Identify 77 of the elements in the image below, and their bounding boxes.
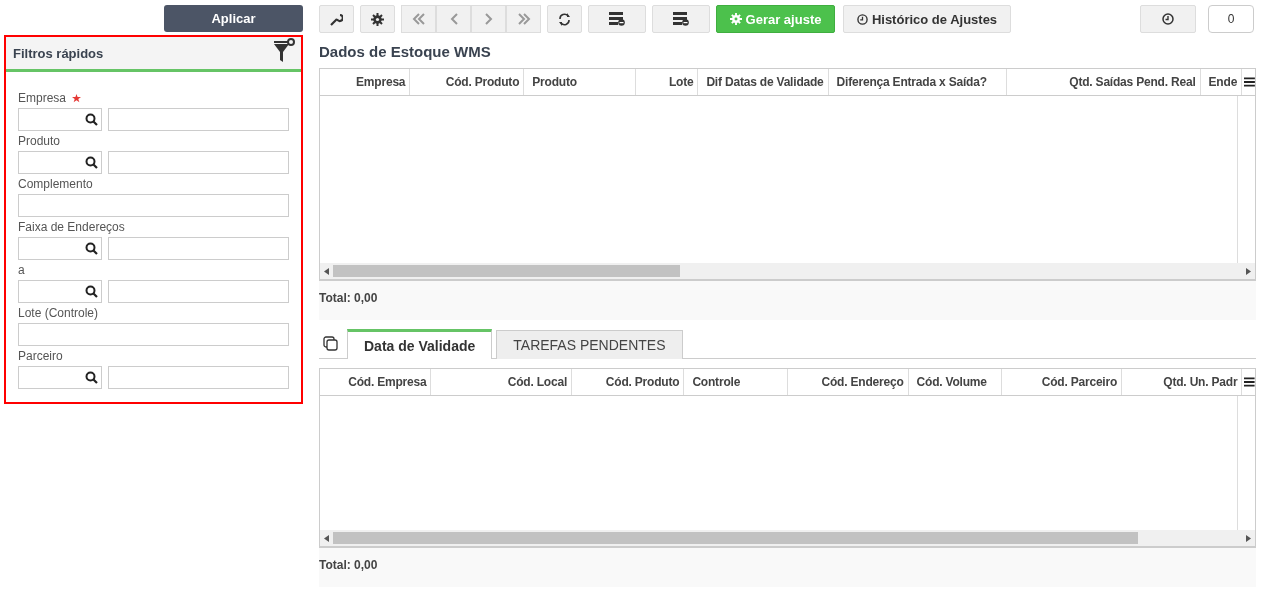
- scroll-left-icon[interactable]: [324, 267, 329, 275]
- field-label: Empresa: [18, 91, 67, 105]
- total-label: Total: 0,00: [319, 291, 378, 305]
- field-label: Produto: [18, 134, 61, 148]
- settings-icon: [371, 12, 384, 26]
- chevron-right-icon: [484, 13, 493, 25]
- column-header[interactable]: Empresa: [336, 69, 411, 95]
- copy-icon[interactable]: [323, 336, 338, 351]
- filter-settings-icon[interactable]: [273, 38, 295, 64]
- chevron-left-icon: [449, 13, 458, 25]
- clock-icon: [1162, 13, 1174, 25]
- double-chevron-right-icon: [516, 13, 531, 25]
- wrench-button[interactable]: [319, 5, 354, 33]
- clock-button[interactable]: [1140, 5, 1196, 33]
- list-minus-icon: [609, 12, 625, 26]
- description-field[interactable]: [107, 366, 289, 389]
- scroll-right-icon[interactable]: [1246, 534, 1251, 542]
- code-input-field[interactable]: [18, 280, 102, 303]
- code-input-field[interactable]: [18, 237, 102, 260]
- field-label: Complemento: [18, 177, 93, 191]
- scroll-left-icon[interactable]: [324, 534, 329, 542]
- horizontal-scrollbar[interactable]: [320, 263, 1255, 279]
- field-label: Lote (Controle): [18, 306, 99, 320]
- clock-icon: [856, 13, 868, 25]
- field-label: Faixa de Endereços: [18, 220, 125, 234]
- field-label: Parceiro: [18, 349, 63, 363]
- field-label: a: [18, 263, 25, 277]
- description-field[interactable]: [107, 151, 289, 174]
- search-icon[interactable]: [84, 113, 98, 126]
- panel-title: Filtros rápidos: [13, 45, 104, 61]
- text-input-field[interactable]: [18, 194, 289, 217]
- list-minus-icon: [673, 12, 689, 26]
- code-input-field[interactable]: [18, 366, 102, 389]
- required-star-icon: [72, 93, 82, 103]
- refresh-icon: [558, 12, 571, 26]
- column-header[interactable]: Ende: [1204, 69, 1243, 95]
- column-header[interactable]: Cód. Volume: [912, 369, 1002, 395]
- code-input-field[interactable]: [18, 151, 102, 174]
- remove-rows-button[interactable]: [588, 5, 646, 33]
- remove-rows-button[interactable]: [652, 5, 710, 33]
- gear-icon: [729, 13, 742, 25]
- column-header[interactable]: Cód. Produto: [588, 369, 685, 395]
- horizontal-scrollbar[interactable]: [320, 530, 1255, 546]
- apply-button[interactable]: Aplicar: [164, 5, 303, 32]
- counter-badge: 0: [1208, 5, 1254, 33]
- adjustment-history-button[interactable]: Histórico de Ajustes: [843, 5, 1011, 33]
- column-header[interactable]: Qtd. Un. Padr: [1138, 369, 1243, 395]
- column-header[interactable]: Cód. Produto: [426, 69, 525, 95]
- column-header[interactable]: Cód. Local: [447, 369, 573, 395]
- double-chevron-left-icon: [411, 13, 426, 25]
- column-header[interactable]: Controle: [688, 369, 789, 395]
- description-field[interactable]: [107, 237, 289, 260]
- text-input-field[interactable]: [18, 323, 289, 346]
- search-icon[interactable]: [84, 156, 98, 169]
- search-icon[interactable]: [84, 285, 98, 298]
- menu-icon[interactable]: [1244, 377, 1255, 387]
- grid-title: Dados de Estoque WMS: [319, 43, 492, 60]
- column-header[interactable]: Produto: [528, 69, 637, 95]
- scroll-right-icon[interactable]: [1246, 267, 1251, 275]
- tab[interactable]: TAREFAS PENDENTES: [496, 330, 683, 359]
- column-header[interactable]: Cód. Parceiro: [1017, 369, 1123, 395]
- column-header[interactable]: Cód. Empresa: [336, 369, 432, 395]
- search-icon[interactable]: [84, 242, 98, 255]
- column-header[interactable]: Lote: [652, 69, 699, 95]
- column-header[interactable]: Qtd. Saídas Pend. Real: [1022, 69, 1201, 95]
- refresh-button[interactable]: [547, 5, 582, 33]
- column-header[interactable]: Dif Datas de Validade: [702, 69, 829, 95]
- total-label: Total: 0,00: [319, 558, 378, 572]
- tab[interactable]: Data de Validade: [347, 329, 493, 359]
- description-field[interactable]: [107, 280, 289, 303]
- column-header[interactable]: Diferença Entrada x Saída?: [832, 69, 1007, 95]
- code-input-field[interactable]: [18, 108, 102, 131]
- search-icon[interactable]: [84, 371, 98, 384]
- description-field[interactable]: [107, 108, 289, 131]
- column-header[interactable]: Cód. Endereço: [804, 369, 909, 395]
- settings-button[interactable]: [360, 5, 395, 33]
- menu-icon[interactable]: [1244, 77, 1255, 87]
